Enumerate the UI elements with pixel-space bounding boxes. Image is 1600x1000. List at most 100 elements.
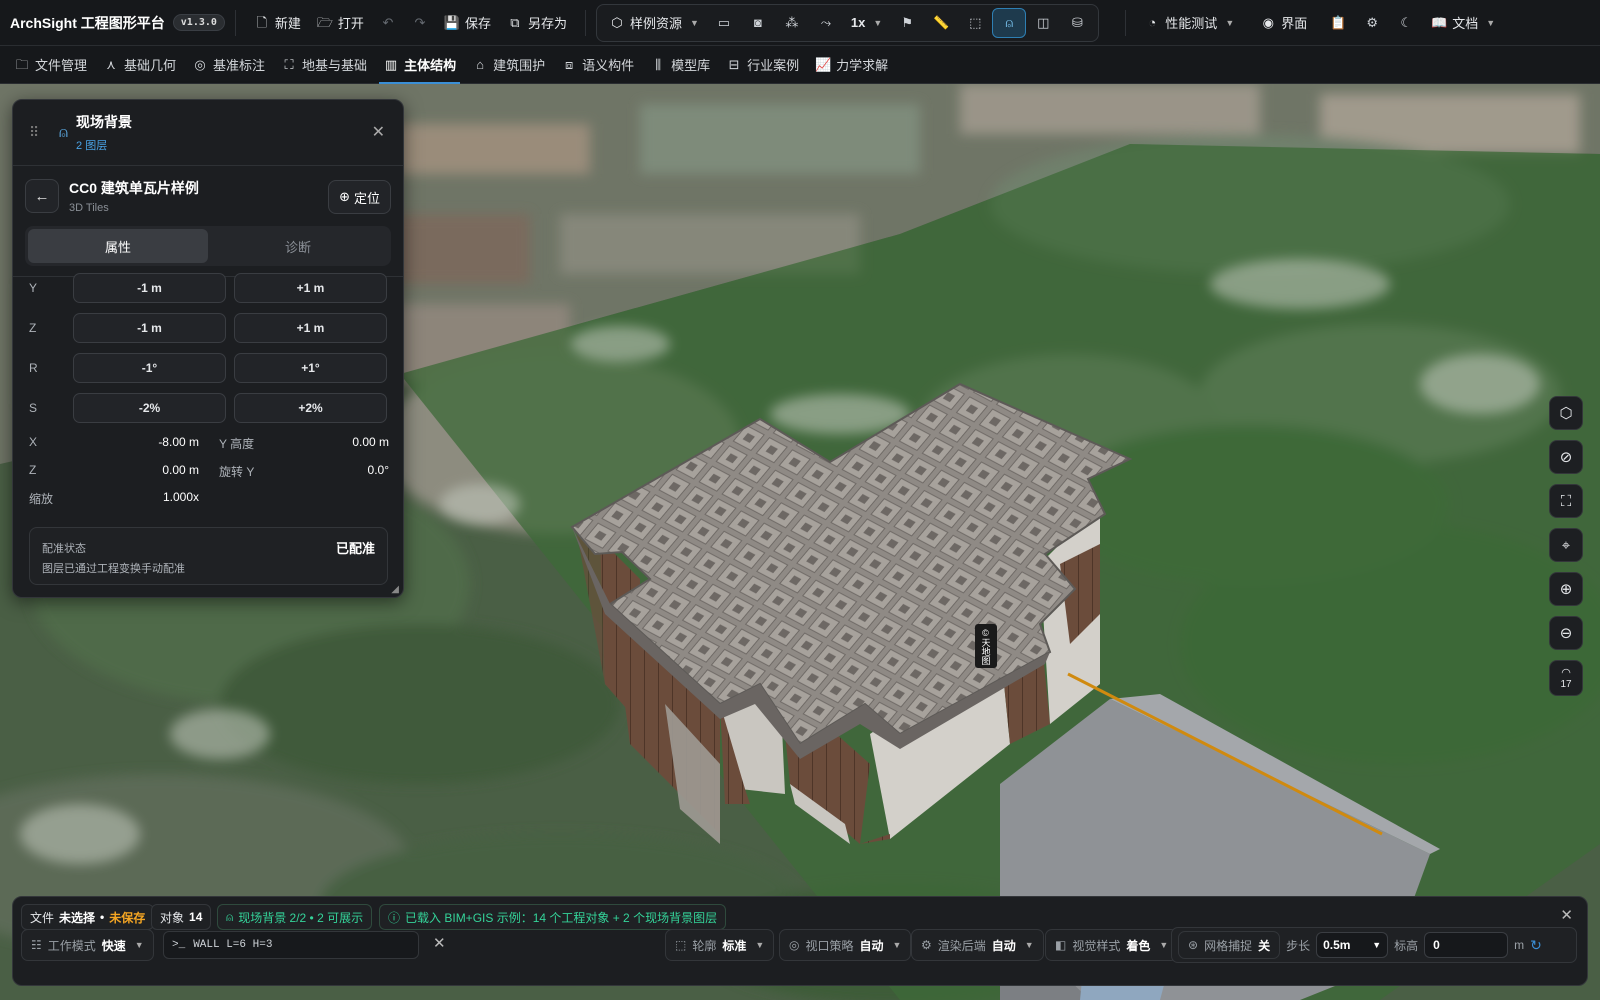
moon-icon: ☾: [1400, 15, 1413, 30]
tab-datum-annotation[interactable]: ◎ 基准标注: [184, 46, 273, 84]
object-count-chip: 对象 14: [151, 904, 212, 930]
select-box-button[interactable]: ⬚: [958, 8, 992, 38]
locate-button[interactable]: ⊕ 定位: [328, 180, 391, 214]
elevation-input[interactable]: 0: [1424, 932, 1509, 958]
sample-resources-dropdown[interactable]: ⬡ 样例资源 ▼: [601, 8, 707, 38]
resize-handle-icon[interactable]: ◢: [391, 584, 399, 595]
r-plus-button[interactable]: +1°: [234, 353, 387, 383]
folder-icon: 🗀: [15, 57, 29, 72]
y-minus-button[interactable]: -1 m: [73, 273, 226, 303]
refresh-icon[interactable]: ↻: [1530, 937, 1542, 954]
magnet-icon: ⊛: [1188, 938, 1199, 952]
close-icon[interactable]: ✕: [372, 122, 385, 142]
tab-building-envelope[interactable]: ⌂ 建筑围护: [464, 46, 553, 84]
tab-industry-cases[interactable]: ⊟ 行业案例: [718, 46, 807, 84]
properties-body: Y -1 m +1 m Z -1 m +1 m R -1° +1° S -2% …: [13, 273, 403, 597]
y-plus-button[interactable]: +1 m: [234, 273, 387, 303]
version-badge: v1.3.0: [172, 14, 225, 31]
route-button[interactable]: ⤳: [809, 8, 843, 38]
save-as-button[interactable]: ⧉ 另存为: [499, 8, 575, 38]
zoom-in-button[interactable]: ⊕: [1549, 572, 1583, 606]
save-icon: 💾: [443, 15, 461, 30]
s-plus-button[interactable]: +2%: [234, 393, 387, 423]
locate-me-button[interactable]: ⌖: [1549, 528, 1583, 562]
zoom-level-indicator[interactable]: ◠ 17: [1549, 660, 1583, 696]
settings-button[interactable]: ⚙: [1355, 8, 1389, 38]
module-nav: 🗀 文件管理 ⋏ 基础几何 ◎ 基准标注 ⛶ 地基与基础 ▥ 主体结构 ⌂ 建筑围护 ⧈ 语义…: [0, 46, 1600, 84]
clear-command-icon[interactable]: ✕: [433, 934, 446, 952]
book-icon: 📖: [1431, 15, 1448, 30]
layer-name: CC0 建筑单瓦片样例: [69, 180, 199, 196]
speed-dropdown[interactable]: 1x ▼: [843, 8, 890, 38]
zoom-out-icon: ⊖: [1559, 625, 1573, 642]
panel-toggle-button[interactable]: ◫: [1026, 8, 1060, 38]
zoom-out-button[interactable]: ⊖: [1549, 616, 1583, 650]
command-input[interactable]: >_ WALL L=6 H=3: [163, 931, 419, 959]
site-background-button[interactable]: ⍝: [992, 7, 1027, 38]
clipboard-button[interactable]: 📋: [1321, 8, 1355, 38]
render-backend-dropdown[interactable]: ⚙ 渲染后端 自动 ▼: [911, 929, 1044, 961]
divider: [584, 9, 586, 36]
ui-button[interactable]: ◉ 界面: [1252, 8, 1315, 38]
r-minus-button[interactable]: -1°: [73, 353, 226, 383]
redo-button[interactable]: ↷: [404, 8, 436, 38]
close-icon[interactable]: ✕: [1560, 906, 1573, 924]
performance-test-dropdown[interactable]: ◔ 性能测试 ▼: [1136, 8, 1242, 38]
z-plus-button[interactable]: +1 m: [234, 313, 387, 343]
s-minus-button[interactable]: -2%: [73, 393, 226, 423]
tab-foundation[interactable]: ⛶ 地基与基础: [273, 46, 375, 84]
briefcase-icon: ⊟: [728, 57, 740, 72]
map-pin-user-icon: ⍝: [1005, 15, 1014, 30]
undo-button[interactable]: ↶: [372, 8, 404, 38]
save-button[interactable]: 💾 保存: [436, 8, 499, 38]
component-icon: ⧈: [564, 57, 574, 72]
video-button[interactable]: ▭: [707, 8, 741, 38]
outline-dropdown[interactable]: ⬚ 轮廓 标准 ▼: [665, 929, 775, 961]
tab-basic-geometry[interactable]: ⋏ 基础几何: [95, 46, 184, 84]
cube-icon: ⬡: [1559, 405, 1573, 422]
ruler-icon: 📏: [933, 15, 950, 30]
tab-diagnostics[interactable]: 诊断: [208, 229, 388, 263]
step-select[interactable]: 0.5m ▼: [1316, 932, 1389, 958]
registration-status-card: 配准状态 已配准 图层已通过工程变换手动配准: [29, 527, 388, 585]
layer-user-icon: ⍝: [59, 124, 69, 141]
new-button[interactable]: 🗋 新建: [246, 8, 309, 38]
chevron-down-icon: ▼: [1225, 17, 1235, 28]
tab-file-management[interactable]: 🗀 文件管理: [6, 46, 95, 84]
bookmark-icon: ⚑: [901, 15, 914, 30]
copy-icon: ⧉: [510, 15, 520, 30]
compass-icon: ⊘: [1559, 449, 1573, 466]
footprints-button[interactable]: ⁂: [775, 8, 809, 38]
background-status-chip[interactable]: ⍝ 现场背景 2/2 • 2 可展示: [217, 904, 373, 930]
work-mode-dropdown[interactable]: ☷ 工作模式 快速 ▼: [21, 929, 154, 961]
grid-snap-toggle[interactable]: ⊛ 网格捕捉 关: [1178, 931, 1281, 959]
docs-dropdown[interactable]: 📖 文档 ▼: [1423, 8, 1503, 38]
tab-mechanics-solver[interactable]: 📈 力学求解: [807, 46, 896, 84]
chevron-down-icon: ▼: [873, 17, 883, 28]
geometry-icon: ⋏: [106, 57, 116, 72]
tab-main-structure[interactable]: ▥ 主体结构: [375, 46, 464, 84]
view-cube-button[interactable]: ⬡: [1549, 396, 1583, 430]
focus-button[interactable]: ⛶: [1549, 484, 1583, 518]
rotation-y-readout: 旋转 Y 0.0°: [219, 463, 389, 479]
back-button[interactable]: ←: [25, 179, 59, 213]
database-button[interactable]: ⛁: [1060, 8, 1094, 38]
measure-button[interactable]: 📏: [924, 8, 958, 38]
viewport-strategy-dropdown[interactable]: ◎ 视口策略 自动 ▼: [779, 929, 912, 961]
compass-button[interactable]: ⊘: [1549, 440, 1583, 474]
bookmark-button[interactable]: ⚑: [890, 8, 924, 38]
zoom-in-icon: ⊕: [1559, 581, 1573, 598]
theme-toggle-button[interactable]: ☾: [1389, 8, 1423, 38]
drag-handle-icon[interactable]: ⠿: [29, 124, 45, 141]
z-minus-button[interactable]: -1 m: [73, 313, 226, 343]
viewport-tools: ⬡ ⊘ ⛶ ⌖ ⊕ ⊖ ◠ 17: [1549, 396, 1583, 696]
visual-style-dropdown[interactable]: ◧ 视觉样式 着色 ▼: [1045, 929, 1179, 961]
tab-semantic-components[interactable]: ⧈ 语义构件: [553, 46, 642, 84]
open-button[interactable]: 🗁 打开: [309, 8, 372, 38]
tab-model-library[interactable]: ⫼ 模型库: [642, 46, 718, 84]
layer-detail-header: ← CC0 建筑单瓦片样例 3D Tiles ⊕ 定位: [13, 166, 403, 226]
target-icon: ◎: [194, 57, 206, 72]
tab-properties[interactable]: 属性: [28, 229, 208, 263]
panel-header: ⠿ ⍝ 现场背景 2 图层 ✕: [13, 100, 403, 166]
camera-button[interactable]: ◙: [741, 8, 775, 38]
